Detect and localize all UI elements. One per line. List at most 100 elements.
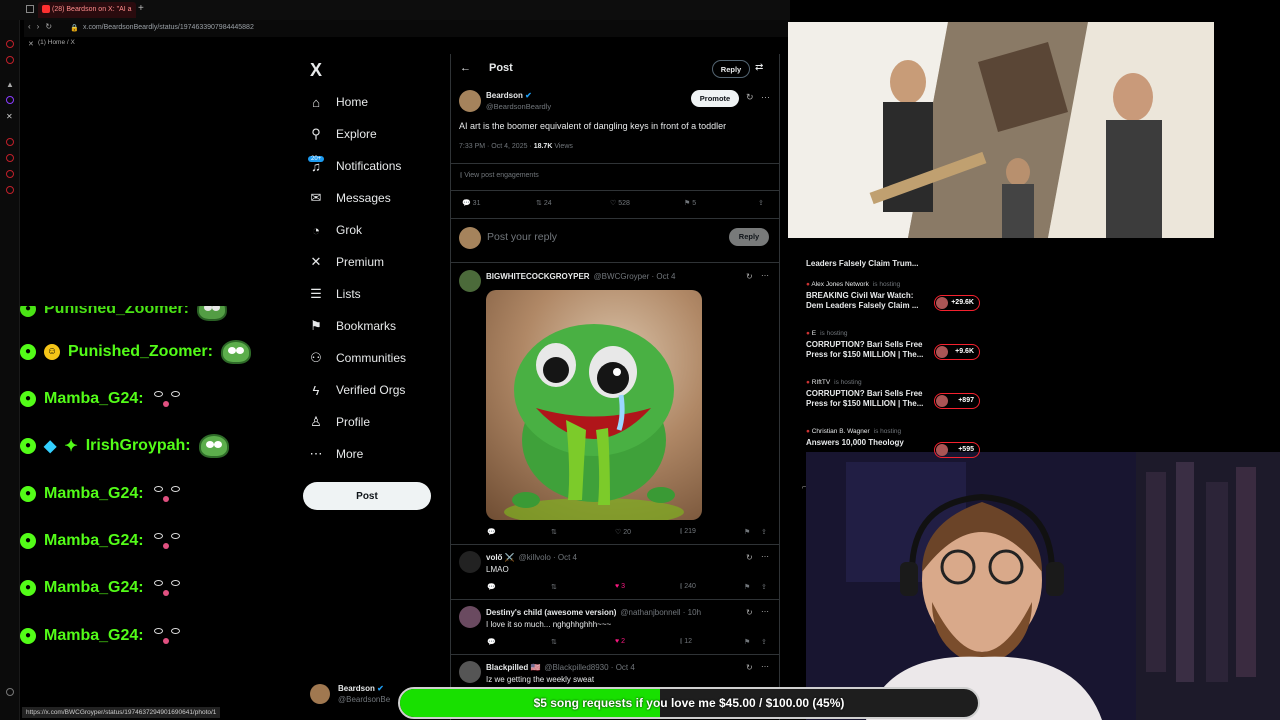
nav-buttons[interactable]: ‹›↻ [28,22,58,31]
account-name[interactable]: Beardson ✔ [338,684,384,693]
adjust-icon[interactable]: ⇄ [755,62,763,73]
account-avatar[interactable] [310,684,330,704]
rail-icon[interactable] [6,170,14,178]
more-options-icon[interactable]: ⋯ [761,552,769,561]
share-icon[interactable]: ⇪ [761,638,767,646]
promote-button[interactable]: Promote [691,90,739,107]
url-text[interactable]: x.com/BeardsonBeardly/status/19746339079… [83,24,254,31]
repost-action[interactable]: ⇅ [551,638,557,646]
like-action[interactable]: ♥ 3 [615,583,625,590]
bookmark-action[interactable]: ⚑ [744,528,750,536]
bookmark-home[interactable]: (1) Home / X [38,39,75,46]
sidebar-item-notifications[interactable]: ♫ Notifications [308,154,401,178]
new-tab-icon[interactable]: + [138,3,144,14]
sidebar-item-profile[interactable]: ♙ Profile [308,410,370,434]
chat-message: ● Mamba_G24: [20,382,182,416]
header-reply-button[interactable]: Reply [712,60,750,78]
like-action[interactable]: ♡ 20 [615,528,631,536]
reply-action[interactable]: 💬 [487,528,496,536]
more-options-icon[interactable]: ⋯ [761,271,769,280]
browser-sidebar: ▲ ✕ [0,0,20,720]
sidebar-item-premium[interactable]: ✕ Premium [308,250,384,274]
frog-image[interactable] [486,290,702,520]
reply-header[interactable]: Blackpilled 🇺🇸 @Blackpilled8930 · Oct 4 [486,663,635,672]
live-stream-item[interactable]: Leaders Falsely Claim Trum... [806,256,986,268]
sidebar-item-explore[interactable]: ⚲ Explore [308,122,376,146]
post-handle[interactable]: @BeardsonBeardly [486,102,551,111]
reply-avatar[interactable] [459,551,481,573]
rail-icon[interactable] [6,56,14,64]
sidebar-item-bookmarks[interactable]: ⚑ Bookmarks [308,314,396,338]
views-action[interactable]: ⫾ 240 [680,583,696,591]
reply-action[interactable]: 💬 31 [462,199,480,207]
view-engagements-text: View post engagements [464,172,539,179]
views-action[interactable]: ⫾ 12 [680,638,692,646]
sidebar-item-more[interactable]: ⋯ More [308,442,364,466]
more-options-icon[interactable]: ⋯ [761,607,769,616]
reply-header[interactable]: BIGWHITECOCKGROYPER @BWCGroyper · Oct 4 [486,272,675,281]
sidebar-item-lists[interactable]: ☰ Lists [308,282,361,306]
sidebar-item-label: Premium [336,255,385,269]
view-engagements-link[interactable]: ⫾ View post engagements [460,172,539,180]
repost-action[interactable]: ⇅ 24 [536,199,552,207]
like-action[interactable]: ♥ 2 [615,638,625,645]
reply-action[interactable]: 💬 [487,583,496,591]
pepe-emote-icon [196,306,227,321]
share-icon[interactable]: ⇪ [761,528,767,536]
rail-x-icon[interactable]: ✕ [6,112,13,121]
browser-tab[interactable]: (28) Beardson on X: "AI a [38,2,136,18]
grok-icon[interactable]: ↻ [746,92,754,103]
share-icon[interactable]: ⇪ [761,583,767,591]
music-video-overlay [788,22,1214,238]
bookmark-x-icon[interactable]: ✕ [28,40,34,48]
reply-header[interactable]: volő ⚔️ @killvolo · Oct 4 [486,553,577,562]
compose-reply-button[interactable]: Reply [729,228,769,246]
sidebar-item-label: Home [336,95,369,109]
live-avatar [936,395,948,407]
repost-action[interactable]: ⇅ [551,583,557,591]
bookmark-action[interactable]: ⚑ [744,583,750,591]
reply-input[interactable]: Post your reply [487,231,557,243]
reply-action[interactable]: 💬 [487,638,496,646]
x-logo-icon[interactable]: X [310,60,322,81]
more-options-icon[interactable]: ⋯ [761,92,770,103]
reply-avatar[interactable] [459,661,481,683]
grok-icon[interactable]: ↻ [746,272,753,281]
grok-icon[interactable]: ↻ [746,553,753,562]
rail-icon[interactable] [6,96,14,104]
reply-header[interactable]: Destiny's child (awesome version) @nathan… [486,608,701,617]
share-icon[interactable]: ⇪ [758,199,764,207]
mouth-shape [162,496,169,502]
rail-icon[interactable] [6,138,14,146]
like-action[interactable]: ♡ 528 [610,199,630,207]
rail-icon[interactable] [6,186,14,194]
grok-icon[interactable]: ↻ [746,608,753,617]
sidebar-item-communities[interactable]: ⚇ Communities [308,346,406,370]
sidebar-item-home[interactable]: ⌂ Home [308,90,368,114]
post-button[interactable]: Post [303,482,431,510]
sidebar-item-grok[interactable]: ◔ Grok [308,218,362,242]
rail-settings-icon[interactable] [6,688,14,696]
rail-icon[interactable] [6,40,14,48]
live-host-name: Christian B. Wagner [811,428,870,435]
author-avatar[interactable] [459,90,481,112]
bookmark-action[interactable]: ⚑ 5 [684,199,696,207]
back-arrow-icon[interactable]: ← [460,62,471,74]
sidebar-item-label: More [336,447,364,461]
rail-triangle-icon[interactable]: ▲ [6,80,14,89]
rail-icon[interactable] [6,154,14,162]
sidebar-item-label: Bookmarks [336,319,397,333]
tab-overview-icon[interactable] [26,5,34,13]
sidebar-item-verified-orgs[interactable]: ϟ Verified Orgs [308,378,406,402]
repost-action[interactable]: ⇅ [551,528,557,536]
views-action[interactable]: ⫾ 219 [680,528,696,536]
reply-avatar[interactable] [459,606,481,628]
sidebar-item-messages[interactable]: ✉ Messages [308,186,391,210]
chat-badge-icon: ● [20,438,36,454]
reply-avatar[interactable] [459,270,481,292]
more-options-icon[interactable]: ⋯ [761,662,769,671]
reply-text: I love it so much... nghghhghhh~~~ [486,620,612,629]
grok-icon[interactable]: ↻ [746,663,753,672]
bookmark-action[interactable]: ⚑ [744,638,750,646]
post-author[interactable]: Beardson ✔ [486,91,532,100]
